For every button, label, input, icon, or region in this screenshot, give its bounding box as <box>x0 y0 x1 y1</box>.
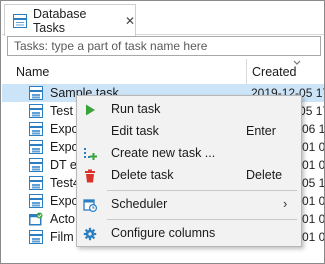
database-tasks-window: Database Tasks ✕ Name Created Sample tas… <box>0 0 325 264</box>
task-icon <box>29 86 43 100</box>
create-task-icon <box>84 148 97 160</box>
tab-database-tasks[interactable]: Database Tasks ✕ <box>4 4 136 36</box>
task-name: Expo <box>50 140 79 154</box>
task-name: Test <box>50 104 73 118</box>
task-icon <box>29 104 43 118</box>
task-icon <box>29 176 43 190</box>
menu-item-edit-task[interactable]: Edit task Enter <box>77 121 301 143</box>
menu-item-delete-task[interactable]: Delete task Delete <box>77 165 301 187</box>
task-icon <box>29 140 43 154</box>
task-created: 01 09 <box>302 230 324 244</box>
menu-item-configure-columns[interactable]: Configure columns <box>77 223 301 245</box>
submenu-arrow-icon: › <box>283 196 288 211</box>
task-name: Film <box>50 230 74 244</box>
task-created: 01 09 <box>302 194 324 208</box>
scheduler-icon <box>83 199 97 212</box>
gear-icon <box>83 227 97 241</box>
menu-item-run-task[interactable]: Run task <box>77 99 301 121</box>
context-menu: Run task Edit task Enter Create new task… <box>76 95 302 247</box>
task-created: 01 09 <box>302 158 324 172</box>
menu-label: Edit task <box>111 124 159 138</box>
task-icon <box>29 230 43 244</box>
sort-descending-icon <box>293 60 301 65</box>
database-tasks-icon <box>13 13 27 28</box>
column-divider[interactable] <box>246 59 247 85</box>
task-created: 06 16 <box>302 122 324 136</box>
menu-label: Configure columns <box>111 226 216 240</box>
task-icon <box>29 194 43 208</box>
menu-shortcut: Enter <box>246 124 276 138</box>
tab-bar: Database Tasks ✕ <box>2 2 324 36</box>
run-icon <box>86 104 95 116</box>
task-name: Expo <box>50 122 79 136</box>
menu-shortcut: Delete <box>246 168 283 182</box>
menu-item-create-task[interactable]: Create new task ... <box>77 143 301 165</box>
task-name: Acto <box>50 212 76 226</box>
task-search-input[interactable] <box>7 36 321 56</box>
task-created: 05 15 <box>302 176 324 190</box>
menu-label: Scheduler <box>111 197 168 211</box>
tab-title: Database Tasks <box>33 6 87 35</box>
task-icon <box>29 158 43 172</box>
close-icon[interactable]: ✕ <box>125 15 135 27</box>
table-header: Name Created <box>2 59 324 85</box>
column-header-name[interactable]: Name <box>16 65 49 79</box>
menu-label: Create new task ... <box>111 146 216 160</box>
task-created: 01 09 <box>302 212 324 226</box>
menu-separator <box>107 190 297 191</box>
task-icon <box>29 122 43 136</box>
task-name: Expo <box>50 194 79 208</box>
menu-label: Delete task <box>111 168 174 182</box>
task-created: 01 08 <box>302 140 324 154</box>
menu-separator <box>107 219 297 220</box>
column-header-created[interactable]: Created <box>252 65 296 79</box>
actor-task-icon <box>29 212 43 226</box>
menu-item-scheduler[interactable]: Scheduler › <box>77 194 301 216</box>
trash-icon <box>85 169 95 183</box>
menu-label: Run task <box>111 102 161 116</box>
